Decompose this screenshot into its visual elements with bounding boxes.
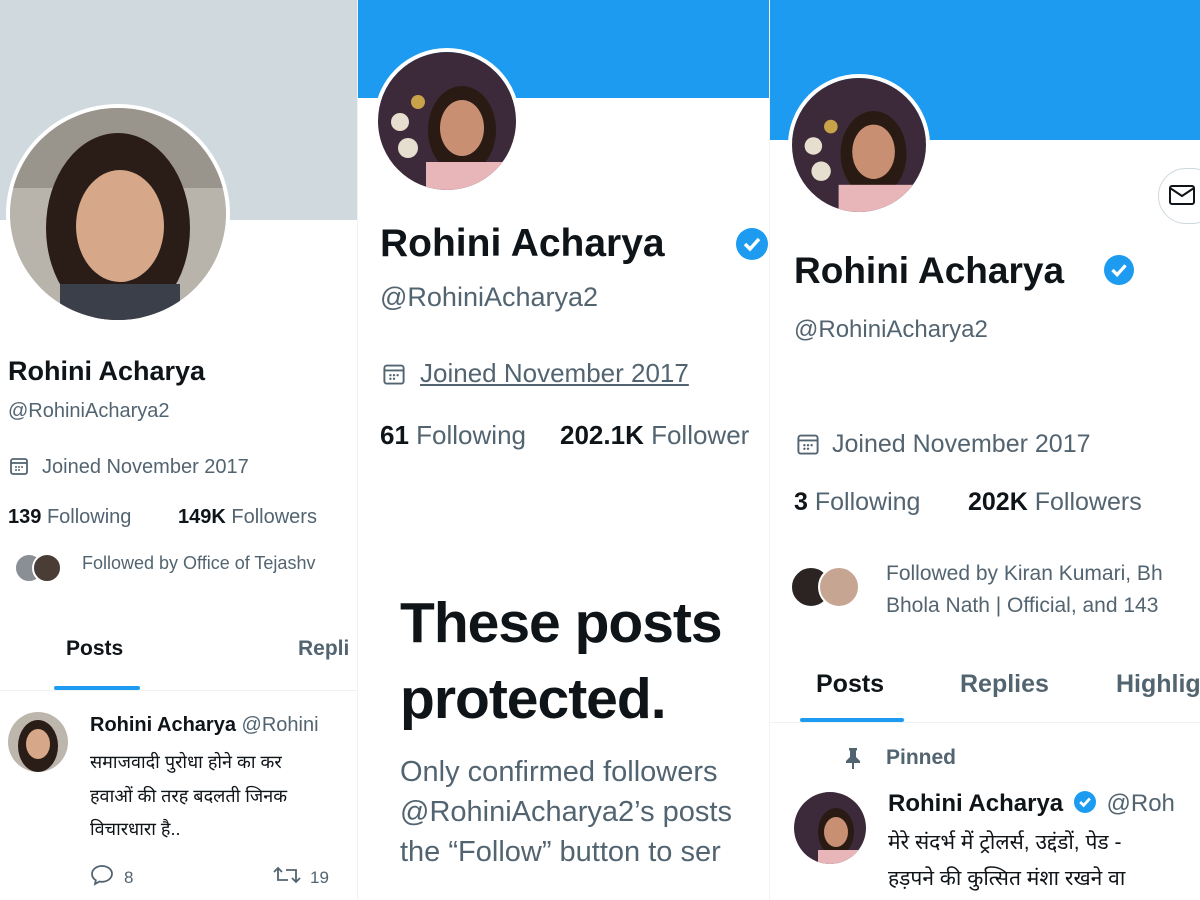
tweet-text-line: मेरे संदर्भ में ट्रोलर्स, उद्दंडों, पेड … bbox=[888, 831, 1122, 854]
mail-icon bbox=[1169, 185, 1195, 205]
followers-label: Followers bbox=[1034, 488, 1142, 516]
verified-badge-icon bbox=[1073, 791, 1096, 813]
pin-icon bbox=[846, 748, 860, 769]
calendar-icon bbox=[383, 364, 405, 385]
tweet-author-handle[interactable]: @Roh bbox=[1107, 790, 1175, 817]
calendar-icon bbox=[797, 434, 819, 455]
tweet-avatar[interactable] bbox=[792, 790, 868, 866]
profile-panel-1: Rohini Acharya @RohiniAcharya2 Joined No… bbox=[0, 0, 358, 900]
avatar-photo bbox=[10, 108, 226, 320]
tweet-avatar[interactable] bbox=[6, 710, 70, 774]
pinned-label: Pinned bbox=[886, 746, 957, 769]
profile-name: Rohini Acharya bbox=[8, 356, 206, 386]
joined-date: Joined November 2017 bbox=[832, 430, 1091, 458]
profile-name: Rohini Acharya bbox=[794, 250, 1065, 291]
tweet-text-line: समाजवादी पुरोधा होने का कर bbox=[90, 752, 282, 772]
protected-body-line: Only confirmed followers bbox=[400, 756, 718, 788]
profile-panel-3: Rohini Acharya @RohiniAcharya2 Joined No… bbox=[770, 0, 1200, 900]
followers-label: Follower bbox=[651, 420, 750, 450]
tweet-author-handle[interactable]: @Rohini bbox=[242, 714, 319, 736]
tweet-header: Rohini Acharya @Rohini bbox=[90, 714, 319, 737]
verified-badge-icon bbox=[1104, 255, 1134, 285]
following-label: Following bbox=[416, 420, 526, 450]
following-label: Following bbox=[46, 506, 132, 528]
avatar-photo bbox=[378, 52, 516, 190]
followers-link[interactable]: 149K Followers bbox=[178, 506, 317, 529]
following-link[interactable]: 3 Following bbox=[794, 488, 920, 517]
followed-by-text[interactable]: Followed by Kiran Kumari, Bh bbox=[886, 562, 1163, 586]
followers-link[interactable]: 202.1K Follower bbox=[560, 420, 749, 451]
tweet-avatar-photo bbox=[8, 712, 68, 772]
following-link[interactable]: 139 Following bbox=[8, 506, 131, 529]
message-button[interactable] bbox=[1158, 168, 1200, 224]
tab-highlights[interactable]: Highlig bbox=[1116, 670, 1200, 699]
following-label: Following bbox=[814, 488, 921, 516]
verified-badge-icon bbox=[736, 228, 768, 260]
tweet-text-line: विचारधारा है.. bbox=[90, 819, 181, 839]
protected-body-line: @RohiniAcharya2’s posts bbox=[400, 796, 732, 828]
tweet-avatar-photo bbox=[794, 792, 866, 864]
following-count: 3 bbox=[794, 488, 808, 516]
joined-date: Joined November 2017 bbox=[42, 456, 249, 478]
following-count: 139 bbox=[8, 506, 42, 528]
tab-posts[interactable]: Posts bbox=[66, 637, 123, 661]
protected-title: protected. bbox=[400, 667, 667, 731]
following-count: 61 bbox=[380, 420, 409, 450]
reply-count: 8 bbox=[124, 868, 134, 887]
tab-replies[interactable]: Repli bbox=[298, 637, 349, 661]
followed-by-text[interactable]: Bhola Nath | Official, and 143 bbox=[886, 594, 1158, 618]
profile-handle: @RohiniAcharya2 bbox=[380, 282, 599, 312]
avatar-photo bbox=[792, 78, 926, 212]
retweet-icon[interactable] bbox=[272, 864, 302, 886]
profile-panel-2: Rohini Acharya @RohiniAcharya2 Joined No… bbox=[358, 0, 770, 900]
profile-handle: @RohiniAcharya2 bbox=[8, 400, 170, 422]
calendar-icon bbox=[10, 458, 28, 475]
tab-divider bbox=[770, 722, 1200, 723]
followers-count: 202K bbox=[968, 488, 1028, 516]
tweet-text-line: हवाओं की तरह बदलती जिनक bbox=[90, 786, 288, 806]
joined-date[interactable]: Joined November 2017 bbox=[420, 358, 689, 389]
follower-avatars bbox=[14, 551, 64, 583]
profile-avatar[interactable] bbox=[374, 48, 520, 194]
tab-divider bbox=[0, 690, 358, 691]
profile-avatar[interactable] bbox=[6, 104, 230, 324]
tweet-header: Rohini Acharya @Roh bbox=[888, 790, 1175, 818]
tab-replies[interactable]: Replies bbox=[960, 670, 1049, 699]
retweet-count: 19 bbox=[310, 868, 329, 887]
tweet-author-name[interactable]: Rohini Acharya bbox=[888, 790, 1063, 817]
protected-title: These posts bbox=[400, 591, 723, 655]
profile-name: Rohini Acharya bbox=[380, 222, 665, 265]
reply-icon[interactable] bbox=[90, 864, 114, 886]
follower-avatars bbox=[790, 566, 870, 608]
followers-link[interactable]: 202K Followers bbox=[968, 488, 1142, 517]
tab-posts[interactable]: Posts bbox=[816, 670, 884, 699]
profile-handle: @RohiniAcharya2 bbox=[794, 316, 988, 343]
tweet-text-line: हड़पने की कुत्सित मंशा रखने वा bbox=[888, 867, 1126, 890]
followers-count: 149K bbox=[178, 506, 226, 528]
profile-avatar[interactable] bbox=[788, 74, 930, 216]
following-link[interactable]: 61 Following bbox=[380, 420, 526, 451]
tweet-author-name[interactable]: Rohini Acharya bbox=[90, 714, 236, 736]
followers-count: 202.1K bbox=[560, 420, 644, 450]
followers-label: Followers bbox=[231, 506, 317, 528]
followed-by-text[interactable]: Followed by Office of Tejashv bbox=[82, 553, 315, 574]
protected-body-line: the “Follow” button to ser bbox=[400, 836, 721, 868]
